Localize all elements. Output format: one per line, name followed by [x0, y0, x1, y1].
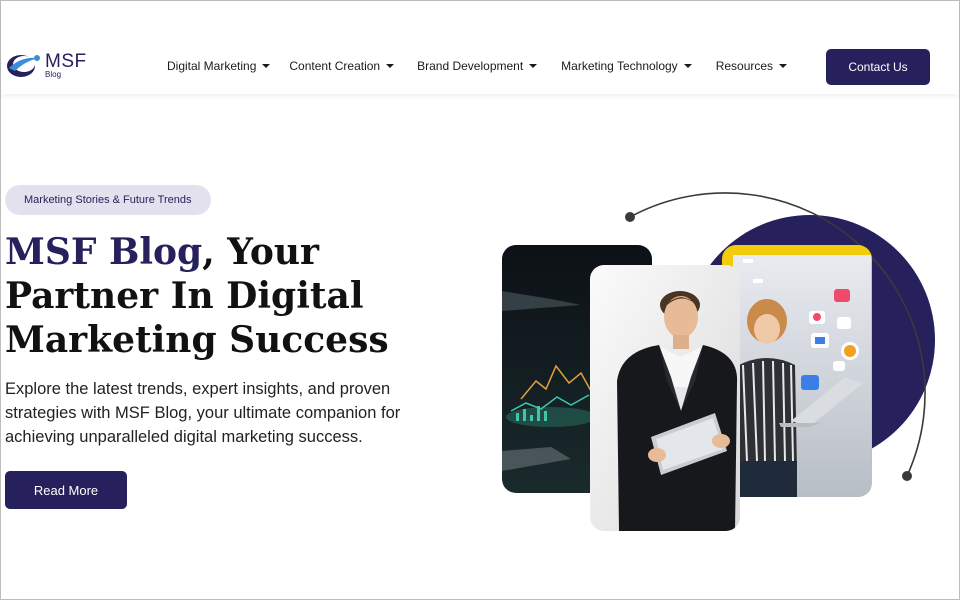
nav-item-label: Brand Development [417, 59, 524, 73]
logo-swirl-icon [7, 55, 40, 77]
nav-item-label: Marketing Technology [561, 59, 678, 73]
caret-down-icon [779, 64, 788, 68]
nav-item-marketing-technology[interactable]: Marketing Technology [561, 59, 692, 73]
nav-item-label: Digital Marketing [167, 59, 257, 73]
headline-accent: MSF Blog [5, 231, 203, 273]
nav-item-brand-development[interactable]: Brand Development [417, 59, 538, 73]
decor-dot-start [625, 212, 635, 222]
caret-down-icon [262, 64, 271, 68]
nav-item-content-creation[interactable]: Content Creation [289, 59, 395, 73]
nav-item-resources[interactable]: Resources [715, 59, 788, 73]
headline-part-3: Marketing Success [5, 319, 389, 361]
main-nav: Digital Marketing Content Creation Brand… [167, 59, 788, 73]
hero-description: Explore the latest trends, expert insigh… [5, 380, 401, 446]
contact-us-button[interactable]: Contact Us [826, 49, 930, 85]
logo-subtext: Blog [45, 70, 62, 79]
headline-part-2: Partner In Digital [5, 275, 364, 317]
photo-card-social-media [733, 255, 871, 497]
site-header: MSF Blog Digital Marketing Content Creat… [1, 1, 959, 94]
decor-dot-end [902, 471, 912, 481]
caret-down-icon [683, 64, 692, 68]
caret-down-icon [529, 64, 538, 68]
nav-item-digital-marketing[interactable]: Digital Marketing [167, 59, 271, 73]
read-more-button[interactable]: Read More [5, 471, 127, 509]
hero-illustration [502, 192, 935, 531]
nav-item-label: Content Creation [289, 59, 381, 73]
hero-headline: MSF Blog, Your Partner In Digital Market… [5, 230, 465, 362]
hero-tagline-badge: Marketing Stories & Future Trends [5, 185, 211, 215]
caret-down-icon [386, 64, 395, 68]
nav-item-label: Resources [715, 59, 774, 73]
site-logo[interactable]: MSF Blog [5, 47, 100, 83]
headline-part-1: , Your [202, 231, 320, 273]
photo-card-businessman [590, 265, 740, 531]
